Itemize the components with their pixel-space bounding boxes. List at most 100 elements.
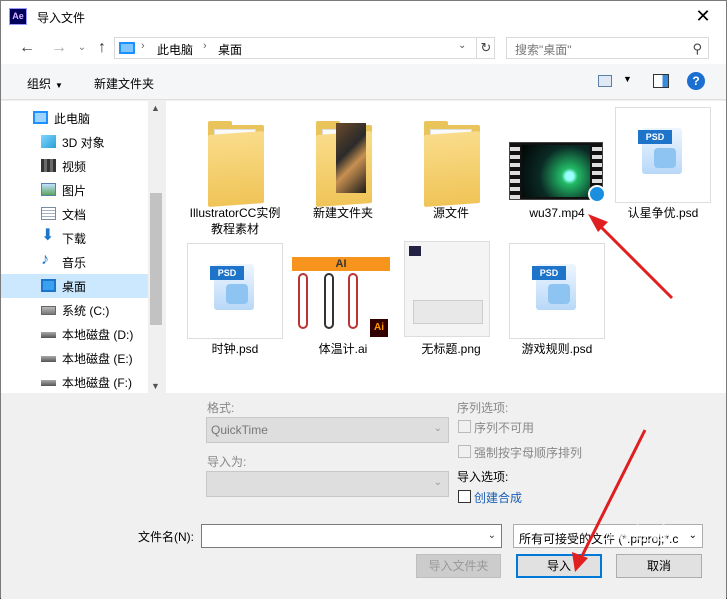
import-options-panel: 格式: QuickTime ⌄ 导入为: ⌄ 序列选项: 序列不可用 强制按字母… bbox=[1, 393, 726, 599]
chevron-right-icon[interactable]: › bbox=[203, 40, 207, 52]
sidebar-item-drive-f[interactable]: 本地磁盘 (F:) bbox=[1, 370, 148, 394]
file-item-psd[interactable]: PSD 游戏规则.psd bbox=[508, 243, 606, 375]
sidebar-item-drive-d[interactable]: 本地磁盘 (D:) bbox=[1, 322, 148, 346]
import-as-select[interactable]: ⌄ bbox=[206, 471, 449, 497]
format-label: 格式: bbox=[207, 401, 235, 415]
cancel-button[interactable]: 取消 bbox=[616, 554, 702, 578]
sidebar-item-label: 下载 bbox=[62, 232, 87, 246]
import-button[interactable]: 导入 bbox=[516, 554, 602, 578]
import-folder-button[interactable]: 导入文件夹 bbox=[416, 554, 501, 578]
import-file-dialog: Ae 导入文件 ✕ ← → ⌄ ↑ › 此电脑 › 桌面 ⌄ ↻ 搜索"桌面" … bbox=[0, 0, 727, 599]
file-name: 新建文件夹 bbox=[312, 206, 373, 220]
folder-icon bbox=[424, 121, 480, 207]
scroll-down-icon[interactable]: ▼ bbox=[151, 381, 160, 391]
video-thumbnail bbox=[509, 142, 606, 203]
sidebar-item-3d-objects[interactable]: 3D 对象 bbox=[1, 130, 148, 154]
address-bar[interactable]: › 此电脑 › 桌面 ⌄ ↻ bbox=[114, 37, 495, 59]
refresh-button[interactable]: ↻ bbox=[476, 38, 495, 58]
png-thumbnail bbox=[404, 241, 490, 337]
psd-file-icon: PSD bbox=[615, 107, 711, 203]
sidebar-item-label: 本地磁盘 (F:) bbox=[62, 376, 132, 390]
sidebar-item-label: 文档 bbox=[62, 208, 87, 222]
sidebar-item-label: 视频 bbox=[62, 160, 87, 174]
psd-file-icon: PSD bbox=[509, 243, 605, 339]
filename-label: 文件名(N): bbox=[138, 530, 194, 544]
sequence-options-label: 序列选项: bbox=[457, 401, 509, 415]
force-alphabetical-checkbox[interactable] bbox=[458, 445, 471, 458]
scroll-up-icon[interactable]: ▲ bbox=[151, 103, 160, 113]
sidebar-item-drive-c[interactable]: 系统 (C:) bbox=[1, 298, 148, 322]
system-drive-icon bbox=[41, 306, 56, 315]
file-item-psd[interactable]: PSD 认星争优.psd bbox=[614, 107, 712, 239]
file-name: 体温计.ai bbox=[318, 342, 368, 356]
back-button[interactable]: ← bbox=[17, 38, 37, 58]
new-folder-button[interactable]: 新建文件夹 bbox=[94, 75, 154, 92]
caret-down-icon: ▼ bbox=[55, 81, 63, 90]
sidebar-item-drive-e[interactable]: 本地磁盘 (E:) bbox=[1, 346, 148, 370]
sequence-unavailable-label: 序列不可用 bbox=[474, 421, 535, 435]
breadcrumb-desktop[interactable]: 桌面 bbox=[218, 41, 242, 58]
caret-down-icon[interactable]: ▼ bbox=[623, 74, 632, 84]
sequence-checkbox[interactable] bbox=[458, 420, 471, 433]
preview-pane-icon[interactable] bbox=[653, 74, 669, 88]
chevron-down-icon[interactable]: ⌄ bbox=[458, 40, 466, 51]
forward-button[interactable]: → bbox=[49, 38, 69, 58]
import-options-label: 导入选项: bbox=[457, 470, 509, 484]
search-icon: ⚲ bbox=[692, 41, 702, 56]
sidebar-item-this-pc[interactable]: 此电脑 bbox=[1, 106, 148, 130]
ai-thumbnail: AI Ai bbox=[292, 257, 390, 339]
search-input[interactable]: 搜索"桌面" bbox=[515, 41, 572, 58]
close-button[interactable]: ✕ bbox=[680, 1, 726, 32]
navigation-bar: ← → ⌄ ↑ › 此电脑 › 桌面 ⌄ ↻ 搜索"桌面" ⚲ bbox=[1, 32, 726, 64]
help-icon[interactable]: ? bbox=[687, 72, 705, 90]
format-select[interactable]: QuickTime ⌄ bbox=[206, 417, 449, 443]
sidebar-scrollbar[interactable]: ▲ ▼ bbox=[148, 101, 164, 393]
sidebar-item-documents[interactable]: 文档 bbox=[1, 202, 148, 226]
file-name: IllustratorCC实例教程素材 bbox=[189, 206, 281, 236]
breadcrumb-this-pc[interactable]: 此电脑 bbox=[157, 41, 193, 58]
download-arrow-icon: ⬇ bbox=[41, 227, 55, 244]
music-note-icon: ♪ bbox=[41, 251, 49, 268]
sidebar-item-label: 系统 (C:) bbox=[62, 304, 110, 318]
file-item-psd[interactable]: PSD 时钟.psd bbox=[186, 243, 284, 375]
scrollbar-thumb[interactable] bbox=[150, 193, 162, 325]
sidebar-item-label: 图片 bbox=[62, 184, 87, 198]
recent-locations-button[interactable]: ⌄ bbox=[72, 38, 92, 58]
sidebar-item-downloads[interactable]: ⬇ 下载 bbox=[1, 226, 148, 250]
computer-icon bbox=[33, 111, 48, 124]
title-bar: Ae 导入文件 ✕ bbox=[1, 1, 726, 32]
sidebar-item-videos[interactable]: 视频 bbox=[1, 154, 148, 178]
file-item-folder[interactable]: 源文件 bbox=[402, 107, 500, 239]
search-box[interactable]: 搜索"桌面" ⚲ bbox=[506, 37, 709, 59]
sidebar-item-desktop[interactable]: 桌面 bbox=[1, 274, 148, 298]
file-item-folder[interactable]: IllustratorCC实例教程素材 bbox=[186, 107, 284, 239]
illustrator-icon: Ai bbox=[370, 319, 388, 337]
chevron-down-icon: ⌄ bbox=[688, 530, 697, 541]
sidebar-item-label: 桌面 bbox=[62, 280, 87, 294]
format-value: QuickTime bbox=[211, 423, 268, 437]
view-options-icon[interactable] bbox=[598, 75, 612, 87]
3d-objects-icon bbox=[41, 135, 56, 148]
sidebar-item-pictures[interactable]: 图片 bbox=[1, 178, 148, 202]
organize-menu[interactable]: 组织 ▼ bbox=[27, 75, 63, 92]
pictures-folder-icon bbox=[41, 183, 56, 196]
chevron-down-icon: ⌄ bbox=[433, 423, 442, 434]
file-name: 认星争优.psd bbox=[627, 206, 699, 220]
file-name: 源文件 bbox=[432, 206, 469, 220]
folder-icon bbox=[208, 121, 264, 207]
this-pc-icon bbox=[119, 42, 135, 54]
chevron-right-icon[interactable]: › bbox=[141, 40, 145, 52]
create-composition-label[interactable]: 创建合成 bbox=[474, 489, 522, 506]
navigation-pane: 此电脑 3D 对象 视频 图片 文档 ⬇ 下载 ♪ 音乐 桌面 系统 (C:) … bbox=[1, 101, 164, 393]
baidu-watermark: Bai 经验 bbox=[600, 524, 670, 544]
up-button[interactable]: ↑ bbox=[92, 38, 112, 58]
create-composition-checkbox[interactable] bbox=[458, 490, 471, 503]
sidebar-item-music[interactable]: ♪ 音乐 bbox=[1, 250, 148, 274]
filename-input[interactable]: ⌄ bbox=[201, 524, 502, 548]
chevron-down-icon[interactable]: ⌄ bbox=[488, 530, 496, 541]
chevron-down-icon: ⌄ bbox=[433, 477, 442, 488]
sidebar-item-label: 3D 对象 bbox=[62, 136, 105, 150]
disk-drive-icon bbox=[41, 380, 56, 386]
documents-folder-icon bbox=[41, 207, 56, 220]
disk-drive-icon bbox=[41, 332, 56, 338]
